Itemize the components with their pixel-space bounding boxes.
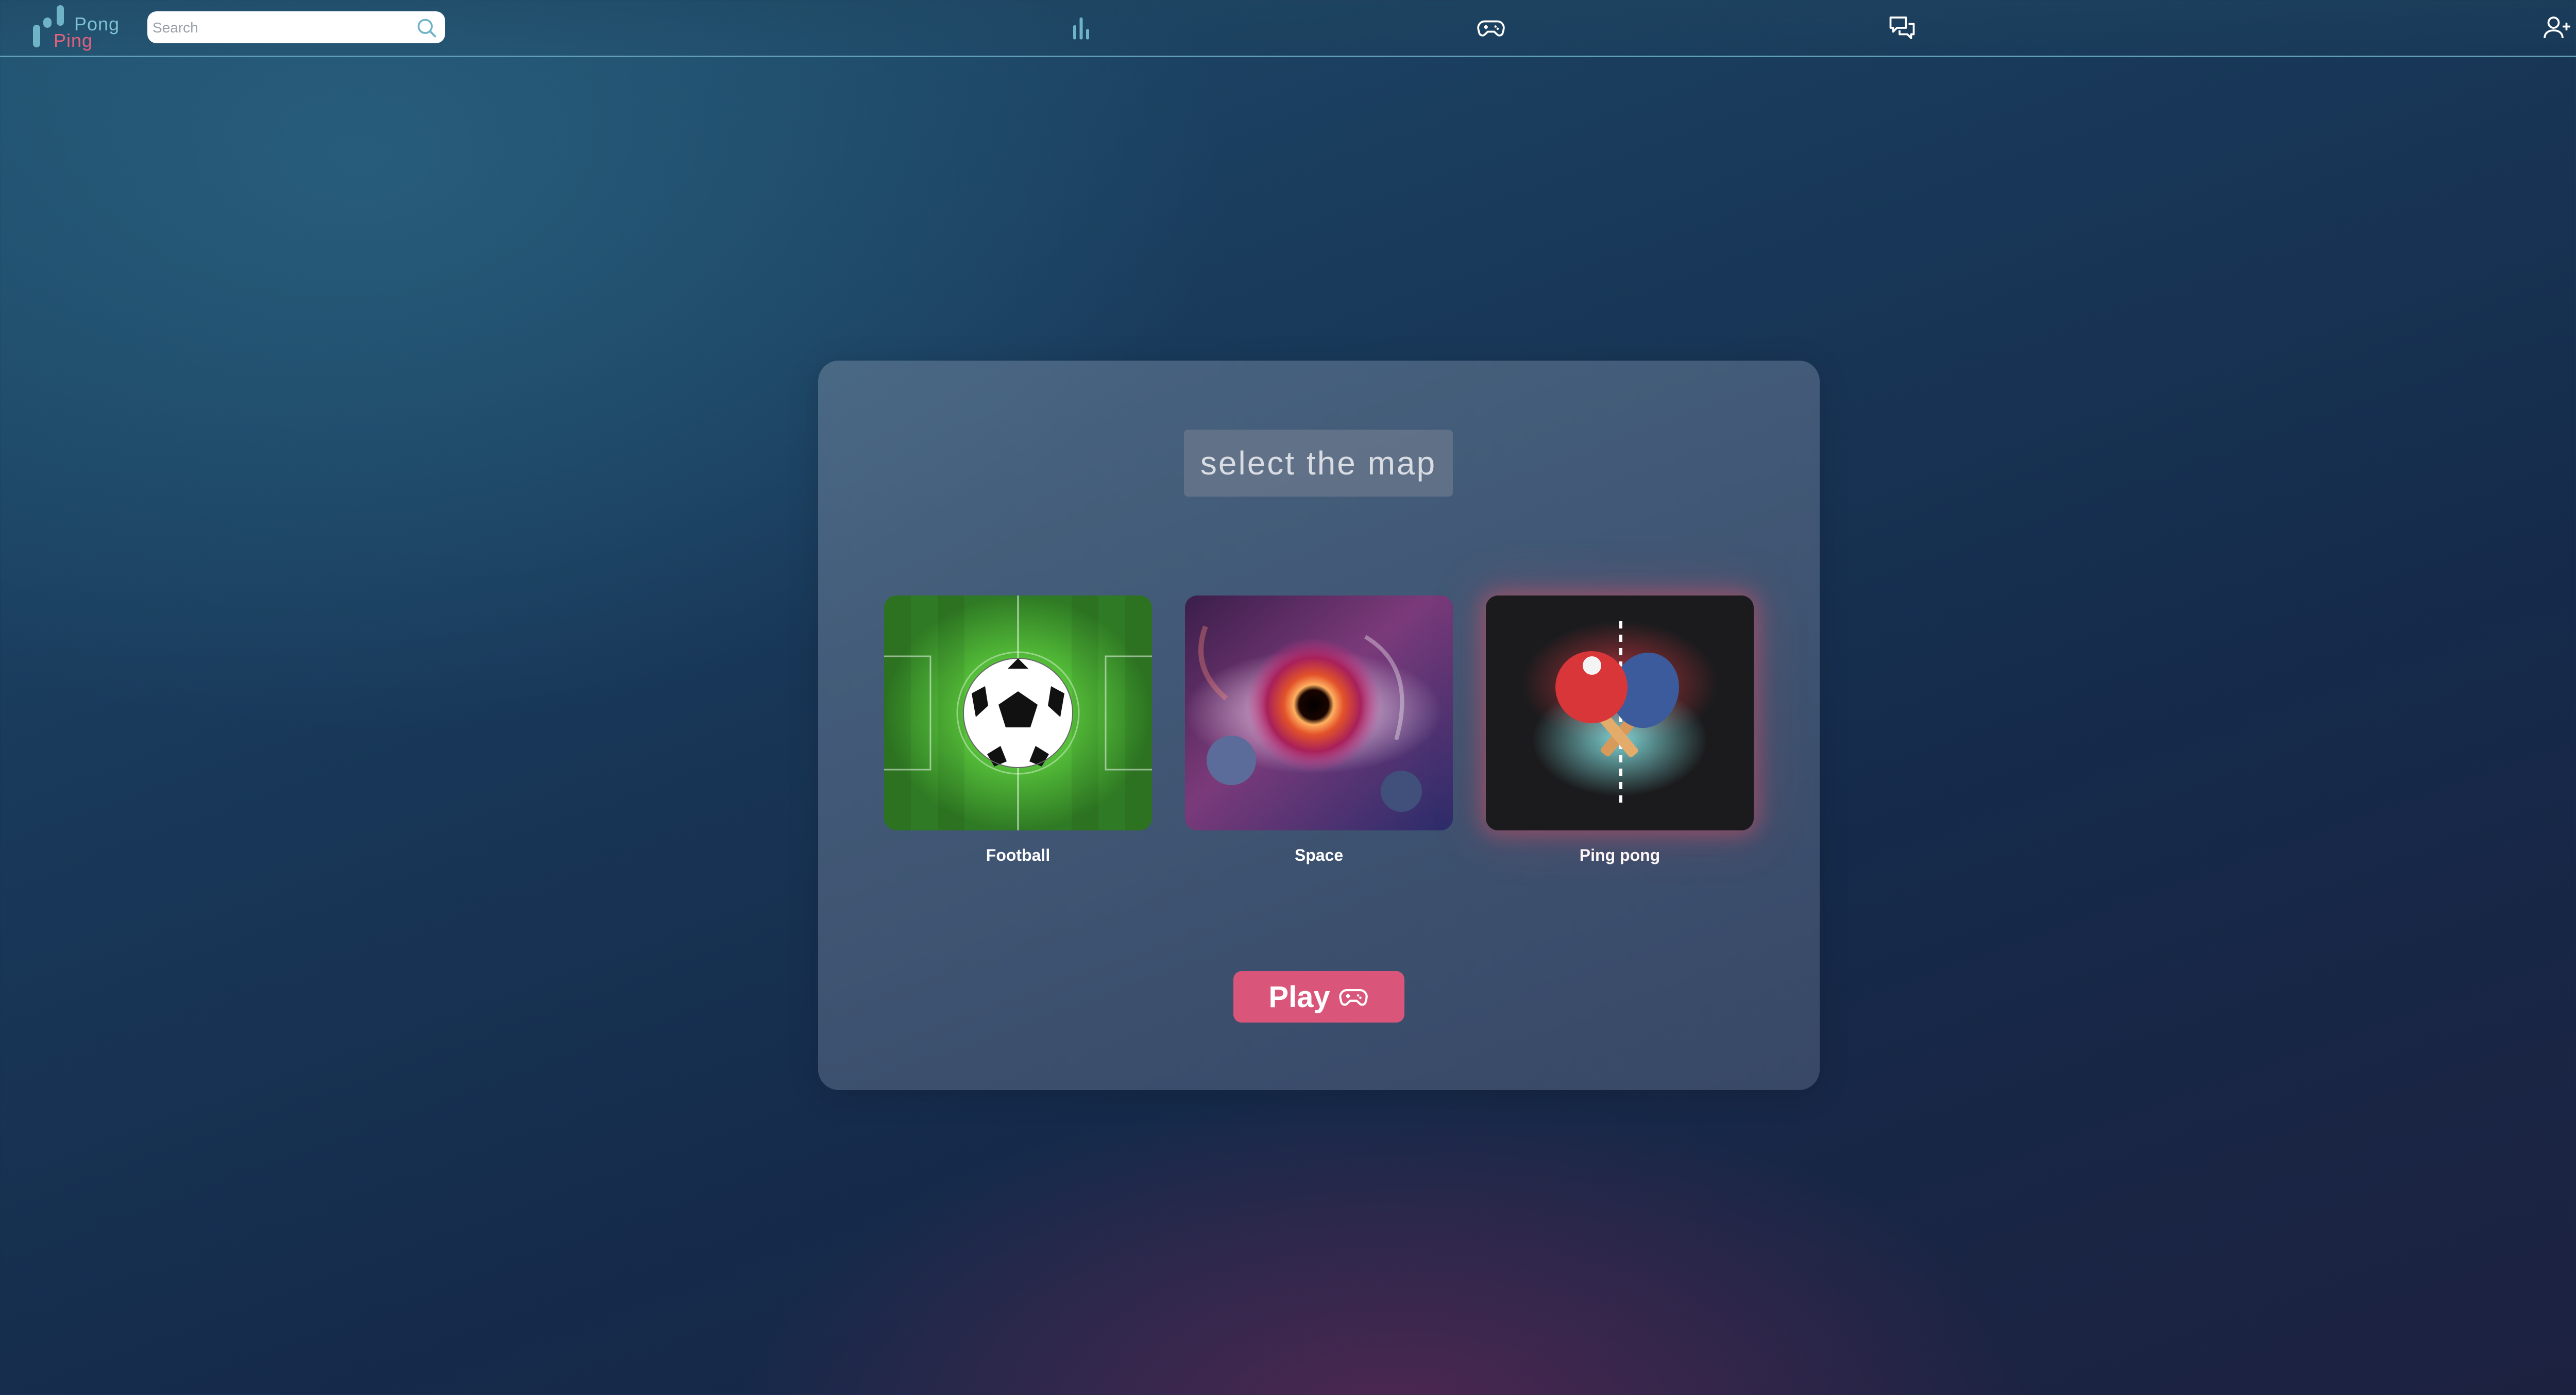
ping-pong-map-thumbnail[interactable] xyxy=(1486,596,1754,830)
search-box xyxy=(147,11,445,43)
map-selection-dialog: select the map Football Space Ping pong … xyxy=(818,361,1820,1090)
ping-pong-paddles-image xyxy=(1486,596,1754,830)
space-eye-image xyxy=(1185,596,1453,830)
map-label-ping-pong: Ping pong xyxy=(1579,846,1660,864)
logo-ball xyxy=(43,18,52,28)
gamepad-icon[interactable] xyxy=(1476,12,1506,43)
football-map-thumbnail[interactable] xyxy=(884,596,1152,830)
logo-text-ping: Ping xyxy=(54,30,93,51)
play-button-label: Play xyxy=(1268,980,1330,1014)
logo-paddle-left xyxy=(33,25,40,47)
logo-paddle-right xyxy=(57,5,64,26)
gamepad-icon xyxy=(1338,989,1368,1006)
space-map-thumbnail[interactable] xyxy=(1185,596,1453,830)
football-pitch-image xyxy=(884,596,1152,830)
leaderboard-icon[interactable] xyxy=(1065,12,1096,43)
add-friend-icon[interactable] xyxy=(2542,12,2573,43)
map-option-space[interactable]: Space xyxy=(1185,596,1453,865)
app-logo[interactable]: Pong Ping xyxy=(31,3,129,53)
search-icon[interactable] xyxy=(415,16,438,39)
top-navigation-bar: Pong Ping xyxy=(0,0,2576,57)
map-option-football[interactable]: Football xyxy=(884,596,1152,865)
dialog-title: select the map xyxy=(1184,430,1453,497)
map-label-football: Football xyxy=(986,846,1050,864)
map-label-space: Space xyxy=(1294,846,1344,864)
play-button[interactable]: Play xyxy=(1233,971,1404,1023)
chat-icon[interactable] xyxy=(1887,12,1918,43)
search-input[interactable] xyxy=(151,15,401,40)
map-option-ping-pong[interactable]: Ping pong xyxy=(1486,596,1754,865)
